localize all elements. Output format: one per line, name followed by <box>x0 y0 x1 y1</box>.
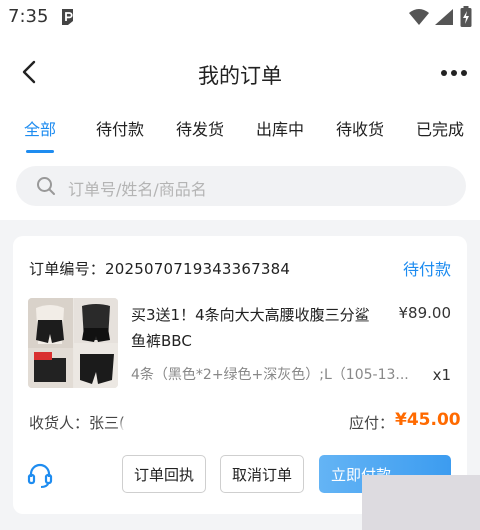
amount-due-label: 应付： <box>349 414 395 432</box>
product-quantity: x1 <box>432 366 451 384</box>
wifi-icon <box>409 9 429 25</box>
search-placeholder: 订单号/姓名/商品名 <box>68 180 207 199</box>
search-section: 订单号/姓名/商品名 <box>0 158 480 220</box>
search-icon <box>37 177 55 195</box>
navigation-bar: 我的订单 <box>0 34 480 110</box>
order-status: 待付款 <box>402 260 451 279</box>
tab-out-of-warehouse[interactable]: 出库中 <box>256 116 304 140</box>
amount-due: ¥45.00 <box>395 410 461 430</box>
signal-icon <box>435 9 453 25</box>
product-name[interactable]: 买3送1！4条向大大高腰收腹三分鲨鱼裤BBC <box>131 302 381 354</box>
headset-icon[interactable] <box>27 462 53 488</box>
tab-pending-receipt[interactable]: 待收货 <box>336 116 384 140</box>
product-spec: 4条（黑色*2+绿色+深灰色）;L（105-13... <box>131 367 409 383</box>
status-bar: 7:35 <box>0 0 480 34</box>
tab-all[interactable]: 全部 <box>24 116 56 140</box>
product-price: ¥89.00 <box>398 304 452 322</box>
order-card[interactable]: 订单编号：2025070719343367384 待付款 买3送1！4条向大大高… <box>13 236 467 514</box>
order-number-label: 订单编号： <box>29 260 106 278</box>
tab-pending-payment[interactable]: 待付款 <box>96 116 144 140</box>
redaction-mark <box>120 418 230 438</box>
cancel-order-button[interactable]: 取消订单 <box>220 455 304 493</box>
product-image <box>28 298 118 388</box>
battery-icon <box>460 6 472 27</box>
status-time: 7:35 <box>8 6 49 27</box>
more-dots-icon[interactable] <box>440 66 468 80</box>
app-notification-icon <box>62 9 73 25</box>
consignee: 收货人：张三( <box>29 412 125 433</box>
active-tab-indicator <box>26 150 54 153</box>
tab-completed[interactable]: 已完成 <box>416 116 464 140</box>
search-input[interactable]: 订单号/姓名/商品名 <box>16 166 466 206</box>
corner-overlay <box>362 475 480 530</box>
order-tabs: 全部 待付款 待发货 出库中 待收货 已完成 <box>0 110 480 158</box>
order-number: 订单编号：2025070719343367384 <box>29 258 290 279</box>
consignee-label: 收货人： <box>29 414 90 432</box>
order-number-value: 2025070719343367384 <box>105 260 291 278</box>
order-receipt-button[interactable]: 订单回执 <box>122 455 206 493</box>
tab-pending-shipment[interactable]: 待发货 <box>176 116 224 140</box>
page-title: 我的订单 <box>198 64 282 88</box>
product-thumbnail[interactable] <box>28 298 118 388</box>
